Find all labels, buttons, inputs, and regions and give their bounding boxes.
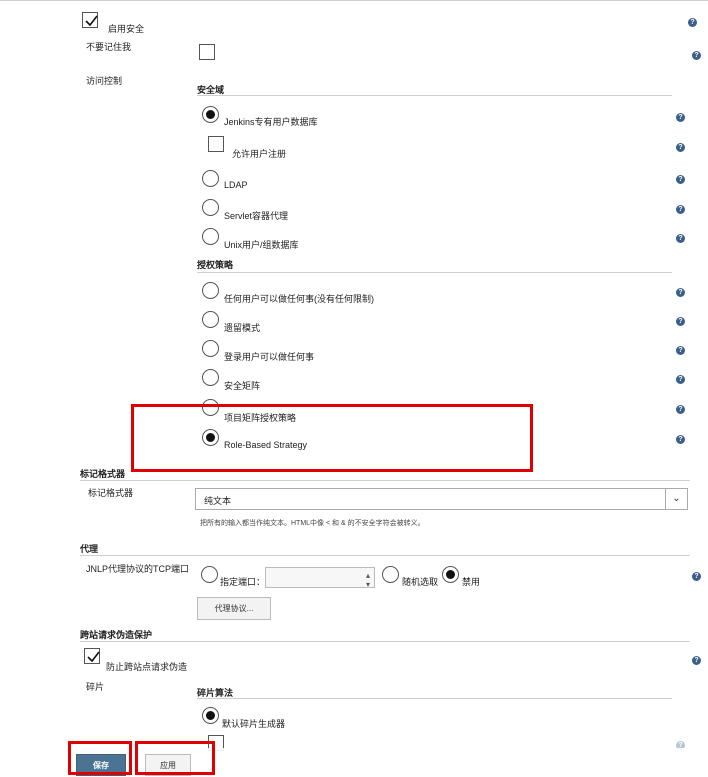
help-icon[interactable]: ? bbox=[676, 175, 685, 184]
help-icon[interactable]: ? bbox=[676, 346, 685, 355]
help-icon[interactable]: ? bbox=[676, 405, 685, 414]
crumb-divider bbox=[197, 698, 672, 699]
csrf-section-title: 跨站请求伪造保护 bbox=[80, 630, 153, 640]
help-icon[interactable]: ? bbox=[676, 435, 685, 444]
realm-radio-jenkins-db[interactable] bbox=[202, 106, 219, 123]
highlight-box bbox=[131, 404, 533, 472]
realm-option-label: LDAP bbox=[224, 180, 248, 190]
authz-option-label: 任何用户可以做任何事(没有任何限制) bbox=[224, 294, 374, 304]
authz-radio-legacy[interactable] bbox=[202, 311, 219, 328]
help-icon[interactable]: ? bbox=[676, 288, 685, 297]
markup-section-title: 标记格式器 bbox=[80, 469, 126, 479]
crumb-default-label: 默认碎片生成器 bbox=[222, 719, 286, 729]
crumb-label: 碎片 bbox=[86, 682, 105, 692]
help-icon[interactable]: ? bbox=[676, 113, 685, 122]
authz-radio-logged-in[interactable] bbox=[202, 340, 219, 357]
realm-radio-servlet[interactable] bbox=[202, 199, 219, 216]
csrf-prevent-checkbox[interactable] bbox=[84, 648, 100, 664]
agent-protocols-button[interactable]: 代理协议... bbox=[197, 597, 271, 620]
help-icon[interactable]: ? bbox=[692, 572, 701, 581]
authz-option-label: 遗留模式 bbox=[224, 323, 261, 333]
agent-radio-disable[interactable] bbox=[442, 566, 459, 583]
help-icon[interactable]: ? bbox=[692, 656, 701, 665]
highlight-box bbox=[68, 741, 132, 775]
no-remember-label: 不要记住我 bbox=[86, 42, 132, 52]
help-icon[interactable]: ? bbox=[676, 143, 685, 152]
top-border bbox=[0, 0, 708, 1]
markup-description: 把所有的输入都当作纯文本。HTML中像 < 和 & 的不安全字符会被转义。 bbox=[200, 520, 425, 527]
crumb-radio-default[interactable] bbox=[202, 707, 219, 724]
authz-radio-matrix[interactable] bbox=[202, 369, 219, 386]
check-icon bbox=[85, 15, 98, 27]
agent-section-title: 代理 bbox=[80, 544, 99, 554]
allow-signup-checkbox[interactable] bbox=[208, 136, 224, 152]
agent-radio-random[interactable] bbox=[382, 566, 399, 583]
markup-formatter-select[interactable]: 纯文本 ⌄ bbox=[195, 488, 688, 510]
csrf-prevent-label: 防止跨站点请求伪造 bbox=[106, 662, 188, 672]
realm-option-label: Unix用户/组数据库 bbox=[224, 240, 299, 250]
agent-port-label: JNLP代理协议的TCP端口 bbox=[86, 564, 190, 574]
markup-divider bbox=[80, 480, 690, 481]
authz-header: 授权策略 bbox=[197, 260, 234, 270]
help-icon[interactable]: ? bbox=[692, 51, 701, 60]
realm-divider bbox=[197, 95, 672, 96]
help-icon[interactable]: ? bbox=[676, 234, 685, 243]
markup-field-label: 标记格式器 bbox=[88, 488, 134, 498]
spinner-icon[interactable]: ▴ ▾ bbox=[366, 571, 370, 589]
access-control-label: 访问控制 bbox=[86, 76, 123, 86]
enable-security-checkbox[interactable] bbox=[82, 12, 98, 28]
authz-option-label: 登录用户可以做任何事 bbox=[224, 352, 315, 362]
check-icon bbox=[87, 651, 100, 663]
agent-fixed-label: 指定端口： bbox=[220, 577, 266, 587]
agent-disable-label: 禁用 bbox=[462, 577, 481, 587]
enable-security-label: 启用安全 bbox=[108, 24, 145, 34]
realm-radio-unix[interactable] bbox=[202, 228, 219, 245]
markup-selected-value: 纯文本 bbox=[204, 496, 232, 506]
help-icon[interactable]: ? bbox=[676, 317, 685, 326]
help-icon[interactable]: ? bbox=[676, 205, 685, 214]
agent-divider bbox=[80, 555, 690, 556]
authz-divider bbox=[197, 272, 672, 273]
help-icon[interactable]: ? bbox=[676, 375, 685, 384]
help-icon[interactable]: ? bbox=[688, 18, 697, 27]
realm-option-label: Servlet容器代理 bbox=[224, 211, 289, 221]
highlight-box bbox=[135, 741, 215, 775]
agent-random-label: 随机选取 bbox=[402, 577, 439, 587]
agent-port-input[interactable]: ▴ ▾ bbox=[265, 567, 375, 589]
allow-signup-label: 允许用户注册 bbox=[232, 149, 287, 159]
no-remember-checkbox[interactable] bbox=[199, 44, 215, 60]
authz-option-label: 安全矩阵 bbox=[224, 381, 261, 391]
realm-option-label: Jenkins专有用户数据库 bbox=[224, 117, 318, 127]
authz-radio-anyone[interactable] bbox=[202, 282, 219, 299]
realm-radio-ldap[interactable] bbox=[202, 170, 219, 187]
agent-radio-fixed[interactable] bbox=[201, 566, 218, 583]
chevron-down-icon: ⌄ bbox=[665, 489, 687, 509]
csrf-divider bbox=[80, 641, 690, 642]
